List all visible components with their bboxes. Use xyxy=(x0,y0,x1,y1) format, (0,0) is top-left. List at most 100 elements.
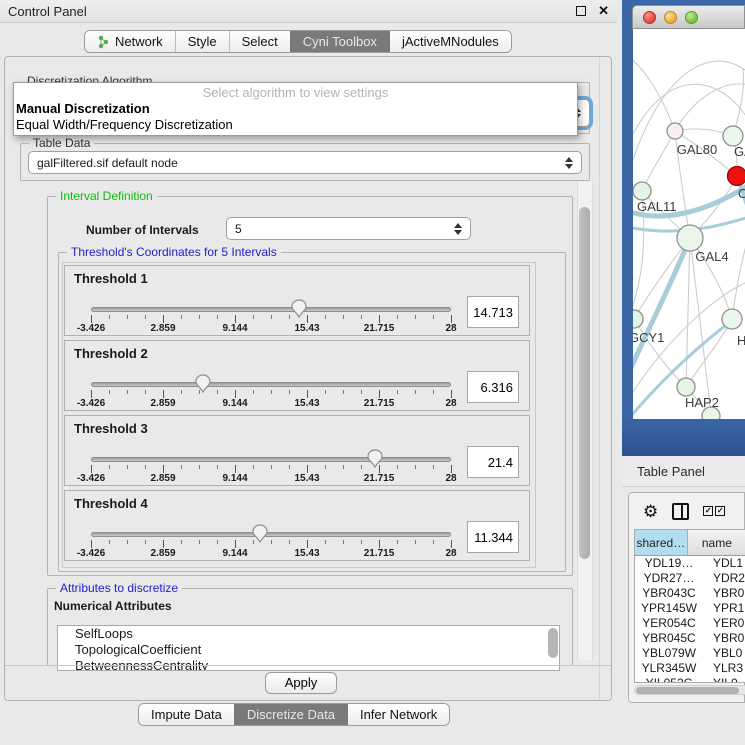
threshold-4-slider-thumb[interactable] xyxy=(252,524,268,543)
screenshot-root: Control Panel ✕ Network Style xyxy=(0,0,745,745)
slider-tick xyxy=(451,465,452,473)
tab-label: Select xyxy=(242,34,278,49)
attributes-scrollbar-thumb[interactable] xyxy=(548,628,558,658)
table-row[interactable]: YLR345WYLR3 xyxy=(635,661,745,676)
network-edge[interactable] xyxy=(686,238,690,387)
table-cell-name: YBR0 xyxy=(703,631,745,646)
close-icon[interactable]: ✕ xyxy=(598,6,609,16)
tab-discretize-data[interactable]: Discretize Data xyxy=(234,704,347,725)
table-panel-title: Table Panel xyxy=(637,464,705,479)
slider-area xyxy=(91,341,451,412)
node-label: GAL4 xyxy=(695,249,728,264)
network-node-gcy1[interactable] xyxy=(633,310,643,328)
tab-network[interactable]: Network xyxy=(85,31,175,52)
group-title: Interval Definition xyxy=(56,189,157,203)
network-node-gal4[interactable] xyxy=(677,225,703,251)
table-row[interactable]: YIL052CYIL0 xyxy=(635,676,745,683)
network-node-gal11[interactable] xyxy=(633,182,651,200)
tab-infer-network[interactable]: Infer Network xyxy=(347,704,449,725)
network-node[interactable] xyxy=(723,126,743,146)
table-hscrollbar-thumb[interactable] xyxy=(636,687,739,694)
attribute-list-item[interactable]: TopologicalCoefficient xyxy=(58,642,559,658)
tab-select[interactable]: Select xyxy=(229,31,290,52)
threshold-3-panel: Threshold 3 -3.4262.8599.14415.4321.7152… xyxy=(64,415,530,486)
network-window-titlebar[interactable] xyxy=(632,5,745,29)
inner-divider xyxy=(599,57,600,700)
table-header-row: shared… name xyxy=(635,530,745,556)
network-edge[interactable] xyxy=(732,235,745,319)
select-columns-button[interactable]: ✓ ✓ xyxy=(703,506,725,516)
table-cell-name: YBL0 xyxy=(703,646,745,661)
network-node-red[interactable] xyxy=(728,167,745,186)
threshold-1-slider-thumb[interactable] xyxy=(291,299,307,318)
tab-jactivemnodules[interactable]: jActiveMNodules xyxy=(389,31,511,52)
dropdown-option-equal-width[interactable]: Equal Width/Frequency Discretization xyxy=(14,117,577,132)
zoom-traffic-light-icon[interactable] xyxy=(685,11,698,24)
threshold-3-value-input[interactable] xyxy=(467,446,519,478)
network-edge[interactable] xyxy=(633,57,675,131)
node-label: GAL80 xyxy=(677,142,717,157)
float-window-icon[interactable] xyxy=(576,6,586,16)
tab-label: Impute Data xyxy=(151,707,222,722)
attribute-list-item[interactable]: SelfLoops xyxy=(58,626,559,642)
columns-icon[interactable] xyxy=(672,503,689,520)
table-row[interactable]: YER054CYER0 xyxy=(635,616,745,631)
top-tab-bar: Network Style Select Cyni Toolbox jActiv… xyxy=(84,30,512,53)
network-view-window: GAL80 GA C GAL11 GAL4 GCY1 H HAP2 xyxy=(632,5,745,462)
network-desktop: GAL80 GA C GAL11 GAL4 GCY1 H HAP2 xyxy=(622,0,745,462)
column-header-shared-name[interactable]: shared… xyxy=(635,530,688,555)
network-edge[interactable] xyxy=(633,61,745,179)
network-canvas[interactable]: GAL80 GA C GAL11 GAL4 GCY1 H HAP2 xyxy=(633,29,745,419)
control-panel: Control Panel ✕ Network Style xyxy=(0,0,617,745)
node-label: GAL11 xyxy=(637,199,677,214)
network-node-hap2[interactable] xyxy=(677,378,695,396)
numerical-attributes-label: Numerical Attributes xyxy=(54,599,172,613)
table-panel-toolbar: ⚙ ✓ ✓ xyxy=(629,493,745,529)
panel-scrollbar-thumb[interactable] xyxy=(579,207,590,559)
table-row[interactable]: YDL19…YDL1 xyxy=(635,556,745,571)
close-traffic-light-icon[interactable] xyxy=(643,11,656,24)
tab-cyni-toolbox[interactable]: Cyni Toolbox xyxy=(290,31,389,52)
combobox-value: galFiltered.sif default node xyxy=(37,156,564,170)
column-header-name[interactable]: name xyxy=(688,530,745,555)
num-intervals-combobox[interactable]: 5 xyxy=(226,217,471,240)
tab-label: Network xyxy=(115,34,163,49)
tab-style[interactable]: Style xyxy=(175,31,229,52)
apply-button[interactable]: Apply xyxy=(265,672,337,694)
threshold-3-slider-thumb[interactable] xyxy=(367,449,383,468)
node-label-partial: GA xyxy=(734,144,745,159)
node-label: H xyxy=(737,333,745,348)
table-cell-name: YBR0 xyxy=(703,586,745,601)
threshold-2-slider-thumb[interactable] xyxy=(195,374,211,393)
table-row[interactable]: YBR045CYBR0 xyxy=(635,631,745,646)
node-label: GCY1 xyxy=(633,330,664,345)
table-row[interactable]: YBL079WYBL0 xyxy=(635,646,745,661)
threshold-2-value-input[interactable] xyxy=(467,371,519,403)
gear-icon[interactable]: ⚙ xyxy=(643,503,658,520)
control-panel-titlebar: Control Panel ✕ xyxy=(0,0,617,23)
dropdown-option-manual[interactable]: Manual Discretization xyxy=(14,101,577,116)
table-cell-shared-name: YER054C xyxy=(635,616,703,631)
slider-tick xyxy=(451,390,452,398)
table-data-combobox[interactable]: galFiltered.sif default node xyxy=(28,151,582,174)
interval-definition-group: Interval Definition Number of Intervals … xyxy=(47,196,573,576)
tab-impute-data[interactable]: Impute Data xyxy=(139,704,234,725)
network-edge[interactable] xyxy=(633,238,690,377)
table-row[interactable]: YDR27…YDR2 xyxy=(635,571,745,586)
network-edge[interactable] xyxy=(642,131,675,191)
threshold-2-panel: Threshold 2 -3.4262.8599.14415.4321.7152… xyxy=(64,340,530,411)
threshold-1-value-input[interactable] xyxy=(467,296,519,328)
table-row[interactable]: YPR145WYPR1 xyxy=(635,601,745,616)
table-hscrollbar-track[interactable] xyxy=(634,685,745,695)
slider-area xyxy=(91,266,451,337)
checkbox-icon: ✓ xyxy=(715,506,725,516)
minimize-traffic-light-icon[interactable] xyxy=(664,11,677,24)
table-row[interactable]: YBR043CYBR0 xyxy=(635,586,745,601)
network-edge[interactable] xyxy=(675,84,745,131)
table-cell-shared-name: YBR043C xyxy=(635,586,703,601)
table-cell-shared-name: YBL079W xyxy=(635,646,703,661)
network-node-gal80[interactable] xyxy=(667,123,683,139)
network-node-h[interactable] xyxy=(722,309,742,329)
threshold-4-panel: Threshold 4 -3.4262.8599.14415.4321.7152… xyxy=(64,490,530,561)
threshold-4-value-input[interactable] xyxy=(467,521,519,553)
